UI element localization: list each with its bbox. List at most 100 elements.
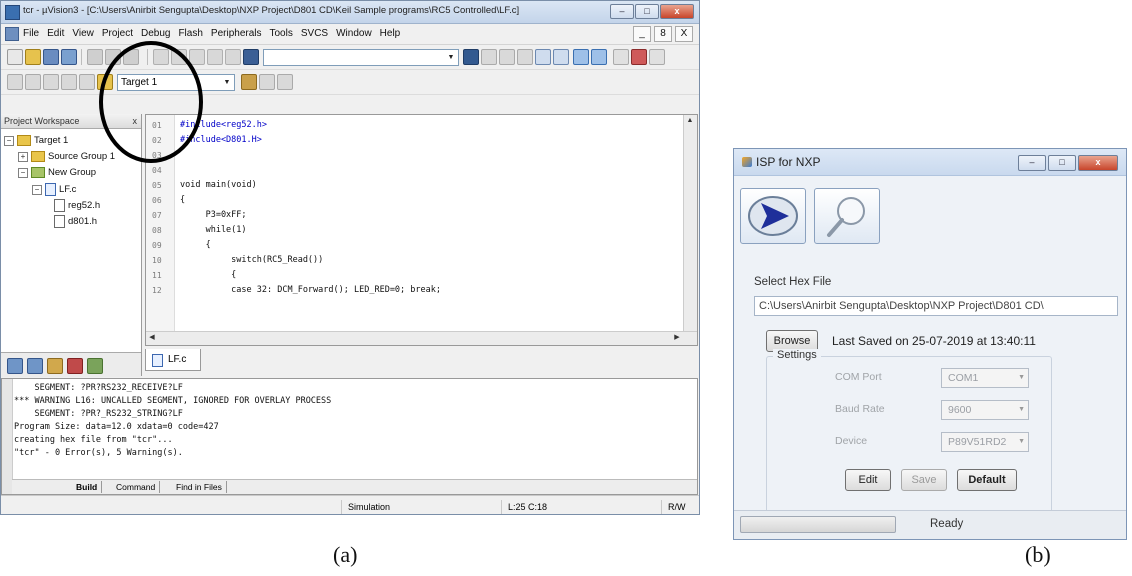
books-tab-icon[interactable] xyxy=(47,358,63,374)
menu-help[interactable]: Help xyxy=(380,28,401,39)
tree-item-d801-h[interactable]: d801.h xyxy=(54,215,97,228)
save-button[interactable]: Save xyxy=(901,469,947,491)
compile-icon[interactable] xyxy=(7,74,23,90)
stop-icon[interactable] xyxy=(631,49,647,65)
com-port-value: COM1 xyxy=(948,372,979,384)
tree-item-reg52-h[interactable]: reg52.h xyxy=(54,199,100,212)
debug-session-icon[interactable] xyxy=(573,49,589,65)
isp-maximize-button[interactable]: □ xyxy=(1048,155,1076,171)
save-icon[interactable] xyxy=(43,49,59,65)
com-port-select[interactable]: COM1 ▼ xyxy=(941,368,1029,388)
build-icon[interactable] xyxy=(25,74,41,90)
doc-close-button[interactable]: X xyxy=(675,26,693,42)
scroll-up-icon[interactable]: ▲ xyxy=(684,115,696,127)
menu-debug[interactable]: Debug xyxy=(141,28,170,39)
menu-view[interactable]: View xyxy=(72,28,94,39)
editor-vertical-scrollbar[interactable]: ▲ xyxy=(683,115,697,345)
tab-build[interactable]: Build xyxy=(72,481,103,493)
collapse-icon[interactable]: − xyxy=(32,184,42,195)
chevron-down-icon: ▼ xyxy=(1018,406,1025,413)
tree-item-source-group[interactable]: + Source Group 1 xyxy=(18,151,115,162)
templates-tab-icon[interactable] xyxy=(87,358,103,374)
search-device-button[interactable] xyxy=(814,188,880,244)
default-button[interactable]: Default xyxy=(957,469,1017,491)
isp-window-title: ISP for NXP xyxy=(756,155,821,169)
source-browser-icon[interactable] xyxy=(535,49,551,65)
tab-find-in-files[interactable]: Find in Files xyxy=(172,481,227,493)
edit-button[interactable]: Edit xyxy=(845,469,891,491)
new-file-icon[interactable] xyxy=(7,49,23,65)
chevron-down-icon[interactable]: ▼ xyxy=(221,76,233,89)
minimize-button[interactable]: – xyxy=(610,4,634,19)
line-number: 08 xyxy=(152,226,162,235)
tab-lf-c[interactable]: LF.c xyxy=(145,349,201,371)
save-all-icon[interactable] xyxy=(61,49,77,65)
device-select[interactable]: P89V51RD2 ▼ xyxy=(941,432,1029,452)
hex-file-path-field[interactable]: C:\Users\Anirbit Sengupta\Desktop\NXP Pr… xyxy=(754,296,1118,316)
scroll-left-icon[interactable]: ◀ xyxy=(146,332,158,344)
functions-tab-icon[interactable] xyxy=(67,358,83,374)
status-cursor-position: L:25 C:18 xyxy=(501,500,547,514)
close-button[interactable]: x xyxy=(660,4,694,19)
code-line: switch(RC5_Read()) xyxy=(180,255,324,265)
cut-icon[interactable] xyxy=(87,49,103,65)
collapse-icon[interactable]: − xyxy=(18,167,28,178)
tree-item-new-group[interactable]: − New Group xyxy=(18,167,96,178)
magnifier-icon xyxy=(827,197,865,237)
stop-build-icon[interactable] xyxy=(79,74,95,90)
regs-tab-icon[interactable] xyxy=(27,358,43,374)
chevron-down-icon[interactable]: ▼ xyxy=(445,51,457,64)
baud-rate-select[interactable]: 9600 ▼ xyxy=(941,400,1029,420)
batch-build-icon[interactable] xyxy=(61,74,77,90)
files-tab-icon[interactable] xyxy=(7,358,23,374)
unindent-icon[interactable] xyxy=(207,49,223,65)
program-button[interactable] xyxy=(740,188,806,244)
print-icon[interactable] xyxy=(553,49,569,65)
doc-restore-button[interactable]: 8 xyxy=(654,26,672,42)
menu-peripherals[interactable]: Peripherals xyxy=(211,28,262,39)
tree-item-target[interactable]: − Target 1 xyxy=(4,135,68,146)
menu-edit[interactable]: Edit xyxy=(47,28,64,39)
tab-command[interactable]: Command xyxy=(112,481,161,493)
select-hex-file-label: Select Hex File xyxy=(754,276,832,288)
menu-project[interactable]: Project xyxy=(102,28,133,39)
title-bar: tcr - µVision3 - [C:\Users\Anirbit Sengu… xyxy=(1,1,699,24)
navigate-forward-icon[interactable] xyxy=(499,49,515,65)
status-mode: Simulation xyxy=(341,500,390,514)
menu-window[interactable]: Window xyxy=(336,28,372,39)
run-icon[interactable] xyxy=(591,49,607,65)
code-line: while(1) xyxy=(180,225,247,235)
breakpoint-icon[interactable] xyxy=(613,49,629,65)
bookmark-icon[interactable] xyxy=(225,49,241,65)
find-next-icon[interactable] xyxy=(481,49,497,65)
options-icon[interactable] xyxy=(649,49,665,65)
expand-icon[interactable]: + xyxy=(18,151,28,162)
navigate-back-icon[interactable] xyxy=(517,49,533,65)
menu-file[interactable]: File xyxy=(23,28,39,39)
find-icon[interactable] xyxy=(463,49,479,65)
menu-tools[interactable]: Tools xyxy=(270,28,293,39)
doc-minimize-button[interactable]: _ xyxy=(633,26,651,42)
tree-item-label: reg52.h xyxy=(68,200,101,211)
isp-minimize-button[interactable]: – xyxy=(1018,155,1046,171)
code-editor[interactable]: 01 02 03 04 05 06 07 08 09 10 11 12 #inc… xyxy=(145,114,698,346)
isp-close-button[interactable]: x xyxy=(1078,155,1118,171)
line-number: 07 xyxy=(152,211,162,220)
open-file-icon[interactable] xyxy=(25,49,41,65)
folder-icon xyxy=(31,167,45,178)
scroll-right-icon[interactable]: ▶ xyxy=(671,332,683,344)
menu-flash[interactable]: Flash xyxy=(178,28,202,39)
maximize-button[interactable]: □ xyxy=(635,4,659,19)
find-combo[interactable]: ▼ xyxy=(263,49,459,66)
menu-svcs[interactable]: SVCS xyxy=(301,28,328,39)
output-line: creating hex file from "tcr"... xyxy=(14,435,173,445)
manage-components-icon[interactable] xyxy=(277,74,293,90)
isp-title-bar: ISP for NXP – □ x xyxy=(734,149,1126,176)
file-extensions-icon[interactable] xyxy=(259,74,275,90)
target-options-icon[interactable] xyxy=(241,74,257,90)
rebuild-icon[interactable] xyxy=(43,74,59,90)
editor-horizontal-scrollbar[interactable]: ◀ ▶ xyxy=(146,331,697,345)
collapse-icon[interactable]: − xyxy=(4,135,14,146)
tree-item-lf-c[interactable]: − LF.c xyxy=(32,183,76,196)
find-in-files-icon[interactable] xyxy=(243,49,259,65)
